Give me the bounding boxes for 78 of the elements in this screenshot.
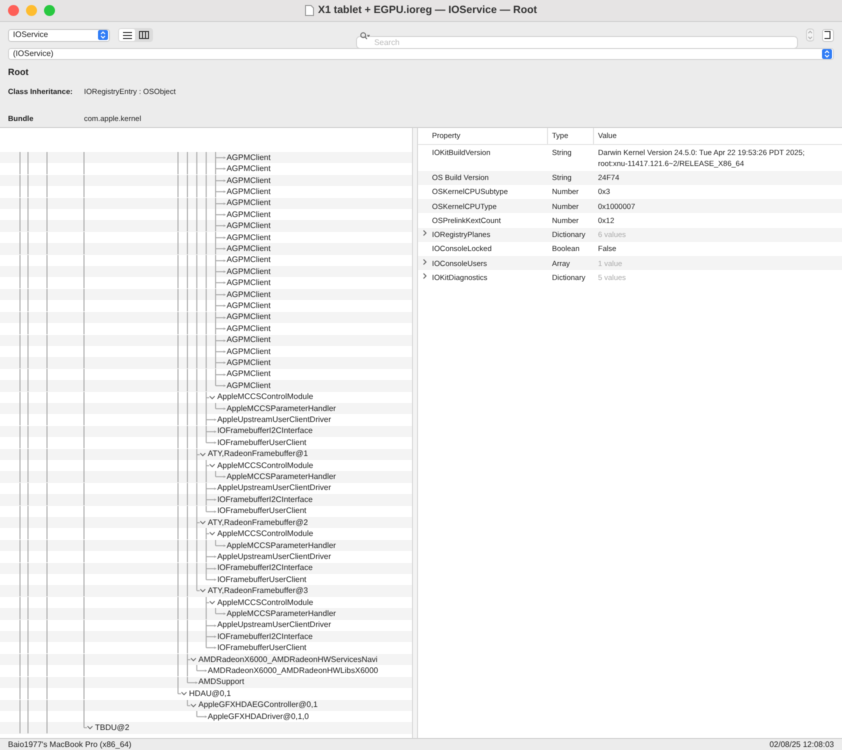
list-icon xyxy=(122,32,132,38)
tree-node-label[interactable]: AGPMClient xyxy=(226,199,271,208)
columns-icon xyxy=(139,31,150,39)
document-icon xyxy=(304,5,314,16)
disclosure-icon[interactable] xyxy=(422,258,428,266)
tree-node-label[interactable]: IOFramebufferUserClient xyxy=(217,644,306,652)
tree-node-label[interactable]: AppleMCCSParameterHandler xyxy=(226,542,336,550)
tree-node-label[interactable]: AGPMClient xyxy=(226,210,271,219)
disclosure-icon[interactable] xyxy=(209,600,216,604)
tree-node-label[interactable]: AGPMClient xyxy=(226,154,271,162)
tree-node-label[interactable]: AGPMClient xyxy=(226,313,271,322)
tree-node-label[interactable]: AGPMClient xyxy=(226,324,271,333)
tree-node-label[interactable]: AppleUpstreamUserClientDriver xyxy=(217,416,331,424)
tree-node-label[interactable]: AppleUpstreamUserClientDriver xyxy=(217,552,331,561)
tree-node-label[interactable]: AGPMClient xyxy=(226,370,271,378)
tree-node-label[interactable]: AppleUpstreamUserClientDriver xyxy=(217,621,331,630)
disclosure-icon[interactable] xyxy=(200,452,206,456)
tree-node-label[interactable]: AGPMClient xyxy=(226,290,271,299)
tree-node-label[interactable]: ATY,RadeonFramebuffer@1 xyxy=(208,450,308,458)
disclosure-icon[interactable] xyxy=(190,703,196,707)
plane-popup[interactable]: IOService xyxy=(8,28,110,42)
search-icon xyxy=(360,32,370,40)
path-popup[interactable]: (IOService) xyxy=(8,48,834,60)
tree-node-label[interactable]: TBDU@2 xyxy=(95,724,130,732)
tree-node-label[interactable]: AppleMCCSControlModule xyxy=(217,462,314,470)
tree-node-label[interactable]: AGPMClient xyxy=(226,279,271,288)
disclosure-icon[interactable] xyxy=(200,589,206,593)
tree-node-label[interactable]: AGPMClient xyxy=(226,268,271,276)
tree-node-label[interactable]: AGPMClient xyxy=(226,348,271,356)
disclosure-icon[interactable] xyxy=(209,532,216,536)
disclosure-icon[interactable] xyxy=(190,658,196,662)
tree-node-label[interactable]: AppleMCCSControlModule xyxy=(217,393,314,402)
tree-node-label[interactable]: AGPMClient xyxy=(226,222,271,230)
tree-node-label[interactable]: AppleMCCSParameterHandler xyxy=(226,404,336,413)
entry-title: Root xyxy=(8,66,30,79)
popup-arrows-icon xyxy=(98,30,108,40)
tree-node-label[interactable]: AGPMClient xyxy=(226,256,271,264)
tree-node-label[interactable]: AppleMCCSParameterHandler xyxy=(226,473,336,482)
tree-node-label[interactable]: ATY,RadeonFramebuffer@3 xyxy=(208,587,308,596)
tree-node-label[interactable]: IOFramebufferUserClient xyxy=(217,576,306,584)
disclosure-icon[interactable] xyxy=(209,464,216,468)
tree-node-label[interactable]: AppleGFXHDADriver@0,1,0 xyxy=(208,712,309,721)
tree-node-label[interactable]: AGPMClient xyxy=(226,336,271,344)
tree-node-label[interactable]: AGPMClient xyxy=(226,165,271,174)
tree-node-label[interactable]: AppleMCCSControlModule xyxy=(217,530,314,538)
tree-node-label[interactable]: AppleMCCSControlModule xyxy=(217,598,314,607)
tree-node-label[interactable]: AGPMClient xyxy=(226,359,271,368)
tree-node-label[interactable]: AMDSupport xyxy=(198,678,244,686)
tree-node-label[interactable]: AGPMClient xyxy=(226,382,271,390)
disclosure-icon[interactable] xyxy=(87,726,93,730)
tree-node-label[interactable]: IOFramebufferI2CInterface xyxy=(217,496,313,504)
tree-node-label[interactable]: AppleUpstreamUserClientDriver xyxy=(217,484,331,492)
tree-node-label[interactable]: AGPMClient xyxy=(226,302,271,310)
tree-node-label[interactable]: AGPMClient xyxy=(226,234,271,242)
machine-name: Baio1977's MacBook Pro (x86_64) xyxy=(8,738,132,750)
tree-node-label[interactable]: AMDRadeonX6000_AMDRadeonHWLibsX6000 xyxy=(208,666,378,675)
tree-node-label[interactable]: IOFramebufferI2CInterface xyxy=(217,564,313,572)
tree-node-label[interactable]: ATY,RadeonFramebuffer@2 xyxy=(208,518,308,527)
tree-node-label[interactable]: AppleMCCSParameterHandler xyxy=(226,610,336,618)
tree-node-label[interactable]: AGPMClient xyxy=(226,244,271,253)
tree-node-label[interactable]: IOFramebufferI2CInterface xyxy=(217,427,313,436)
tree-node-label[interactable]: AGPMClient xyxy=(226,176,271,185)
window-title: X1 tablet + EGPU.ioreg — IOService — Root xyxy=(318,2,538,18)
tree-node-label[interactable]: IOFramebufferI2CInterface xyxy=(217,632,313,641)
sidebar-toggle-button[interactable] xyxy=(822,28,834,42)
disclosure-icon[interactable] xyxy=(422,229,428,237)
disclosure-icon[interactable] xyxy=(181,692,187,696)
disclosure-icon[interactable] xyxy=(209,395,216,399)
tree-node-label[interactable]: HDAU@0,1 xyxy=(189,690,231,698)
disclosure-icon[interactable] xyxy=(422,272,428,280)
disclosure-icon[interactable] xyxy=(200,520,206,524)
list-view-button[interactable] xyxy=(119,29,136,41)
search-field[interactable]: Search xyxy=(356,36,798,48)
tree-node-label[interactable]: IOFramebufferUserClient xyxy=(217,507,306,516)
timestamp: 02/08/25 12:08:03 xyxy=(769,738,834,750)
tree-node-label[interactable]: AGPMClient xyxy=(226,188,271,196)
popup-arrows-icon xyxy=(822,49,832,59)
tree-node-label[interactable]: IOFramebufferUserClient xyxy=(217,438,306,447)
